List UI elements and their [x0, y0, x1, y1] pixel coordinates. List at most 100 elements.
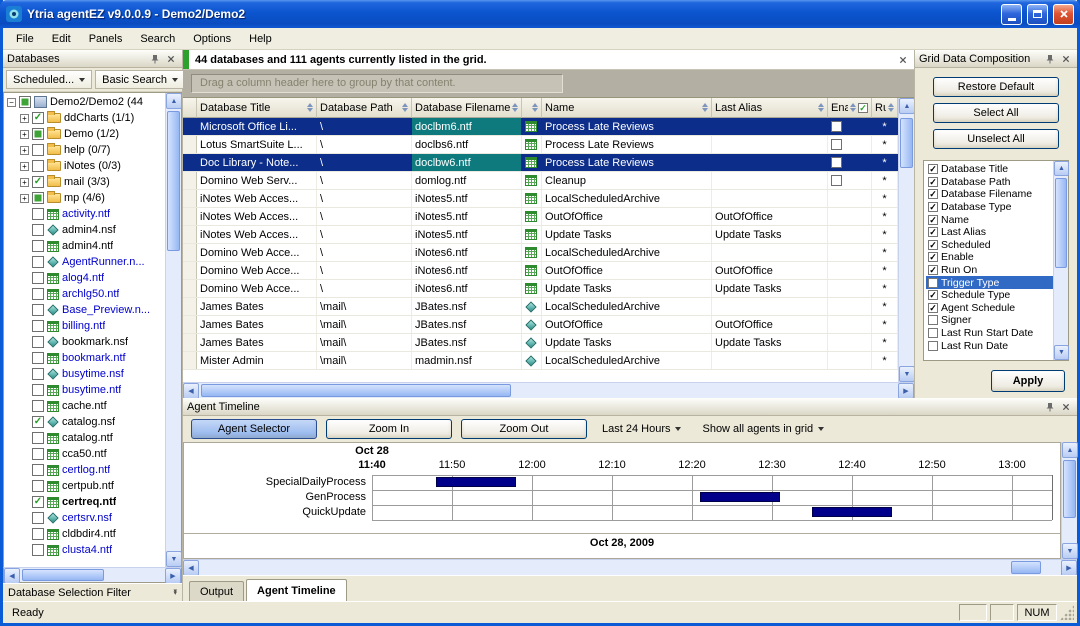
tree-database-item[interactable]: cldbdir4.ntf	[4, 526, 165, 542]
scroll-thumb[interactable]	[1055, 178, 1067, 268]
field-item[interactable]: ✓Run On	[926, 264, 1053, 277]
tree-checkbox[interactable]	[32, 304, 44, 316]
tree-checkbox[interactable]	[32, 352, 44, 364]
tree-checkbox[interactable]	[32, 320, 44, 332]
column-header-sel[interactable]	[183, 98, 197, 118]
tree-checkbox[interactable]: ✓	[32, 176, 44, 188]
tree-checkbox[interactable]	[19, 96, 31, 108]
tree-database-item[interactable]: admin4.nsf	[4, 222, 165, 238]
field-checkbox[interactable]: ✓	[928, 240, 938, 250]
tree-folder-item[interactable]: +✓mail (3/3)	[4, 174, 165, 190]
table-row[interactable]: Domino Web Acce...\iNotes6.ntfUpdate Tas…	[183, 280, 898, 298]
minimize-button[interactable]	[1001, 4, 1022, 25]
scroll-right-button[interactable]: ▶	[165, 568, 181, 584]
tree-checkbox[interactable]	[32, 288, 44, 300]
field-item[interactable]: ✓Database Title	[926, 163, 1053, 176]
tree-checkbox[interactable]: ✓	[32, 496, 44, 508]
sort-icon[interactable]	[402, 103, 408, 112]
sort-icon[interactable]	[702, 103, 708, 112]
sort-icon[interactable]	[888, 103, 894, 112]
select-all-button[interactable]: Select All	[933, 103, 1059, 123]
expand-toggle[interactable]: +	[20, 114, 29, 123]
enable-header-checkbox[interactable]: ✓	[858, 103, 868, 113]
tree-database-item[interactable]: AgentRunner.n...	[4, 254, 165, 270]
sort-icon[interactable]	[850, 103, 856, 112]
tree-database-item[interactable]: catalog.ntf	[4, 430, 165, 446]
column-header-run[interactable]: Run On	[872, 98, 898, 118]
tree-checkbox[interactable]	[32, 368, 44, 380]
tree-checkbox[interactable]	[32, 336, 44, 348]
scroll-thumb[interactable]	[167, 111, 180, 251]
column-header-enable[interactable]: Enable✓	[828, 98, 872, 118]
tree-checkbox[interactable]	[32, 400, 44, 412]
scroll-thumb[interactable]	[22, 569, 104, 581]
tree-database-item[interactable]: certlog.ntf	[4, 462, 165, 478]
table-row[interactable]: Lotus SmartSuite L...\doclbs6.ntfProcess…	[183, 136, 898, 154]
tree-database-item[interactable]: activity.ntf	[4, 206, 165, 222]
tree-database-item[interactable]: cca50.ntf	[4, 446, 165, 462]
field-item[interactable]: ✓Name	[926, 213, 1053, 226]
tree-database-item[interactable]: bookmark.nsf	[4, 334, 165, 350]
tree-database-item[interactable]: ✓certreq.ntf	[4, 494, 165, 510]
zoom-out-button[interactable]: Zoom Out	[461, 419, 587, 439]
enable-checkbox[interactable]	[831, 175, 842, 186]
tree-database-item[interactable]: Base_Preview.n...	[4, 302, 165, 318]
table-row[interactable]: Domino Web Acce...\iNotes6.ntfOutOfOffic…	[183, 262, 898, 280]
tree-checkbox[interactable]: ✓	[32, 112, 44, 124]
tree-database-item[interactable]: billing.ntf	[4, 318, 165, 334]
tree-checkbox[interactable]	[32, 160, 44, 172]
column-header-title[interactable]: Database Title	[197, 98, 317, 118]
scroll-track[interactable]	[899, 114, 914, 366]
menu-item-help[interactable]: Help	[240, 30, 281, 48]
maximize-button[interactable]	[1027, 4, 1048, 25]
tree-folder-item[interactable]: +mp (4/6)	[4, 190, 165, 206]
tree-checkbox[interactable]	[32, 528, 44, 540]
expand-toggle[interactable]: +	[20, 178, 29, 187]
field-item[interactable]: ✓Database Filename	[926, 188, 1053, 201]
tree-checkbox[interactable]	[32, 240, 44, 252]
scroll-up-button[interactable]: ▲	[166, 93, 182, 109]
column-header-path[interactable]: Database Path	[317, 98, 412, 118]
table-row[interactable]: iNotes Web Acces...\iNotes5.ntfUpdate Ta…	[183, 226, 898, 244]
table-row[interactable]: James Bates\mail\JBates.nsfLocalSchedule…	[183, 298, 898, 316]
tab-agent-timeline[interactable]: Agent Timeline	[246, 579, 347, 601]
table-row[interactable]: Domino Web Serv...\domlog.ntfCleanup*	[183, 172, 898, 190]
field-checkbox[interactable]	[928, 341, 938, 351]
agents-filter-dropdown[interactable]: Show all agents in grid	[696, 419, 830, 439]
scroll-thumb[interactable]	[201, 384, 511, 397]
pin-icon[interactable]	[1043, 52, 1057, 66]
sort-icon[interactable]	[532, 103, 538, 112]
tree-item-root[interactable]: −Demo2/Demo2 (44	[4, 94, 165, 110]
grid-vertical-scrollbar[interactable]: ▲ ▼	[898, 98, 914, 382]
tree-checkbox[interactable]	[32, 224, 44, 236]
close-panel-icon[interactable]	[1059, 52, 1073, 66]
scroll-down-button[interactable]: ▼	[1062, 543, 1078, 559]
tree-checkbox[interactable]	[32, 144, 44, 156]
field-item[interactable]: Last Run Date	[926, 339, 1053, 352]
tree-checkbox[interactable]	[32, 432, 44, 444]
agent-run-bar[interactable]	[812, 507, 892, 517]
tree-checkbox[interactable]	[32, 480, 44, 492]
table-row[interactable]: James Bates\mail\JBates.nsfUpdate TasksU…	[183, 334, 898, 352]
zoom-in-button[interactable]: Zoom In	[326, 419, 452, 439]
expand-toggle[interactable]: +	[20, 146, 29, 155]
tree-database-item[interactable]: cache.ntf	[4, 398, 165, 414]
tree-folder-item[interactable]: +✓ddCharts (1/1)	[4, 110, 165, 126]
scroll-down-button[interactable]: ▼	[166, 551, 182, 567]
field-item[interactable]: ✓Database Type	[926, 201, 1053, 214]
field-checkbox[interactable]	[928, 328, 938, 338]
tree-folder-item[interactable]: +help (0/7)	[4, 142, 165, 158]
tree-database-item[interactable]: busytime.ntf	[4, 382, 165, 398]
scroll-track[interactable]	[1054, 176, 1068, 345]
scroll-right-button[interactable]: ▶	[1061, 560, 1077, 576]
field-item[interactable]: Last Run Start Date	[926, 327, 1053, 340]
scroll-thumb[interactable]	[1063, 460, 1076, 518]
scroll-left-button[interactable]: ◀	[183, 560, 199, 576]
field-item[interactable]: ✓Agent Schedule	[926, 302, 1053, 315]
menu-item-panels[interactable]: Panels	[80, 30, 132, 48]
scroll-up-button[interactable]: ▲	[1062, 442, 1078, 458]
scroll-left-button[interactable]: ◀	[4, 568, 20, 584]
tree-checkbox[interactable]	[32, 272, 44, 284]
tree-checkbox[interactable]	[32, 512, 44, 524]
tree-checkbox[interactable]: ✓	[32, 416, 44, 428]
